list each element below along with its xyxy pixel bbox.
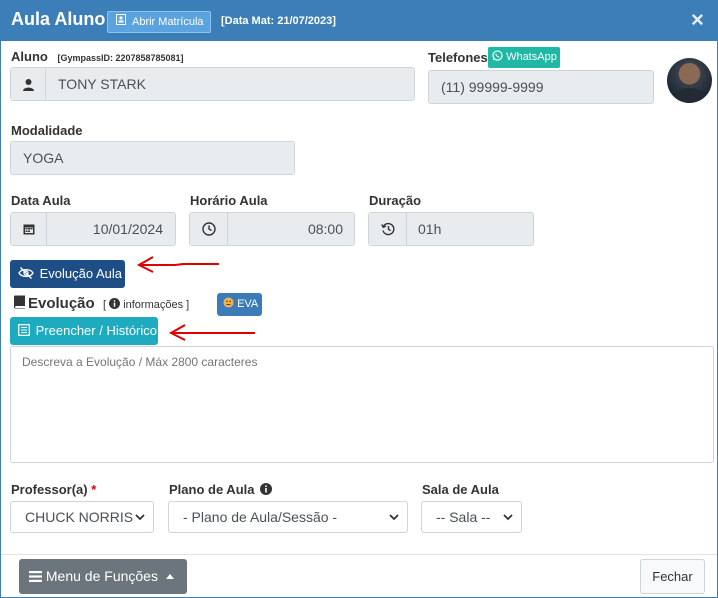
footer-divider (1, 554, 717, 555)
plano-label-text: Plano de Aula (169, 482, 255, 497)
info-icon (109, 298, 121, 309)
data-aula-field[interactable]: 10/01/2024 (10, 212, 176, 246)
informacoes-link[interactable]: [ informações ] (103, 298, 189, 311)
bars-icon (29, 571, 42, 582)
professor-select[interactable]: CHUCK NORRIS (10, 501, 154, 533)
aluno-label-text: Aluno (11, 49, 48, 64)
book-icon (14, 295, 25, 309)
evolucao-aula-button[interactable]: Evolução Aula (10, 260, 125, 288)
annotation-arrow-2 (168, 324, 255, 341)
modal-header: Aula Aluno Abrir Matrícula [Data Mat: 21… (1, 1, 717, 41)
avatar (667, 58, 712, 103)
menu-funcoes-label: Menu de Funções (45, 568, 158, 584)
horario-aula-field[interactable]: 08:00 (189, 212, 355, 246)
sala-value: -- Sala -- (436, 509, 491, 525)
plano-label: Plano de Aula (169, 482, 273, 497)
abrir-matricula-label: Abrir Matrícula (132, 16, 204, 28)
chevron-down-icon (503, 502, 513, 532)
calendar-icon (11, 213, 47, 245)
list-icon (18, 324, 30, 336)
gympass-id: [GympassID: 2207858785081] (57, 53, 184, 63)
evolucao-textarea[interactable] (10, 346, 714, 463)
aluno-label: Aluno [GympassID: 2207858785081] (11, 49, 184, 64)
duracao-field[interactable]: 01h (368, 212, 534, 246)
telefones-field[interactable]: (11) 99999-9999 (428, 70, 654, 104)
fechar-button[interactable]: Fechar (640, 559, 705, 594)
eva-button[interactable]: EVA (217, 293, 262, 316)
eva-label: EVA (237, 298, 259, 310)
evolucao-aula-label: Evolução Aula (39, 266, 123, 281)
professor-label-text: Professor(a) (11, 482, 88, 497)
informacoes-text: informações ] (123, 299, 190, 311)
horario-aula-value: 08:00 (307, 221, 343, 237)
plano-select[interactable]: - Plano de Aula/Sessão - (168, 501, 408, 533)
whatsapp-icon (492, 50, 503, 61)
required-mark: * (91, 482, 97, 497)
professor-label: Professor(a) * (11, 482, 96, 497)
professor-value: CHUCK NORRIS (25, 509, 134, 525)
data-aula-value: 10/01/2024 (92, 221, 163, 237)
preencher-historico-button[interactable]: Preencher / Histórico (10, 317, 158, 345)
aluno-value: TONY STARK (58, 76, 146, 92)
horario-aula-label: Horário Aula (190, 193, 268, 208)
chevron-down-icon (389, 502, 399, 532)
duracao-value: 01h (418, 221, 442, 237)
eye-slash-icon (18, 267, 34, 279)
evolucao-title: Evolução (13, 295, 95, 312)
whatsapp-button[interactable]: WhatsApp (488, 47, 560, 68)
modalidade-label: Modalidade (11, 123, 83, 138)
plano-value: - Plano de Aula/Sessão - (183, 509, 338, 525)
data-aula-label: Data Aula (11, 193, 71, 208)
preencher-historico-label: Preencher / Histórico (35, 323, 158, 338)
telefones-label: Telefones (428, 50, 488, 65)
duracao-label: Duração (369, 193, 422, 208)
data-matricula: [Data Mat: 21/07/2023] (221, 15, 336, 27)
aula-aluno-modal: Aula Aluno Abrir Matrícula [Data Mat: 21… (0, 0, 718, 598)
user-icon (11, 68, 46, 100)
chevron-down-icon (135, 502, 145, 532)
telefone-value: (11) 99999-9999 (441, 79, 544, 95)
modal-title: Aula Aluno (11, 9, 106, 29)
abrir-matricula-button[interactable]: Abrir Matrícula (107, 11, 211, 33)
clock-icon (190, 213, 228, 245)
modalidade-field[interactable]: YOGA (10, 141, 295, 175)
modalidade-value: YOGA (23, 150, 64, 166)
close-icon[interactable]: × (691, 9, 704, 31)
caret-up-icon (165, 574, 174, 579)
info-icon[interactable] (260, 483, 273, 495)
sala-label: Sala de Aula (422, 482, 499, 497)
annotation-arrow-1 (136, 256, 219, 273)
face-icon (223, 297, 234, 308)
aluno-field[interactable]: TONY STARK (10, 67, 415, 101)
menu-funcoes-button[interactable]: Menu de Funções (19, 559, 187, 594)
informacoes-bracket: [ (103, 299, 107, 311)
id-card-icon (116, 12, 126, 32)
history-icon (369, 213, 407, 245)
sala-select[interactable]: -- Sala -- (421, 501, 522, 533)
evolucao-title-text: Evolução (28, 295, 95, 312)
whatsapp-label: WhatsApp (506, 51, 557, 63)
